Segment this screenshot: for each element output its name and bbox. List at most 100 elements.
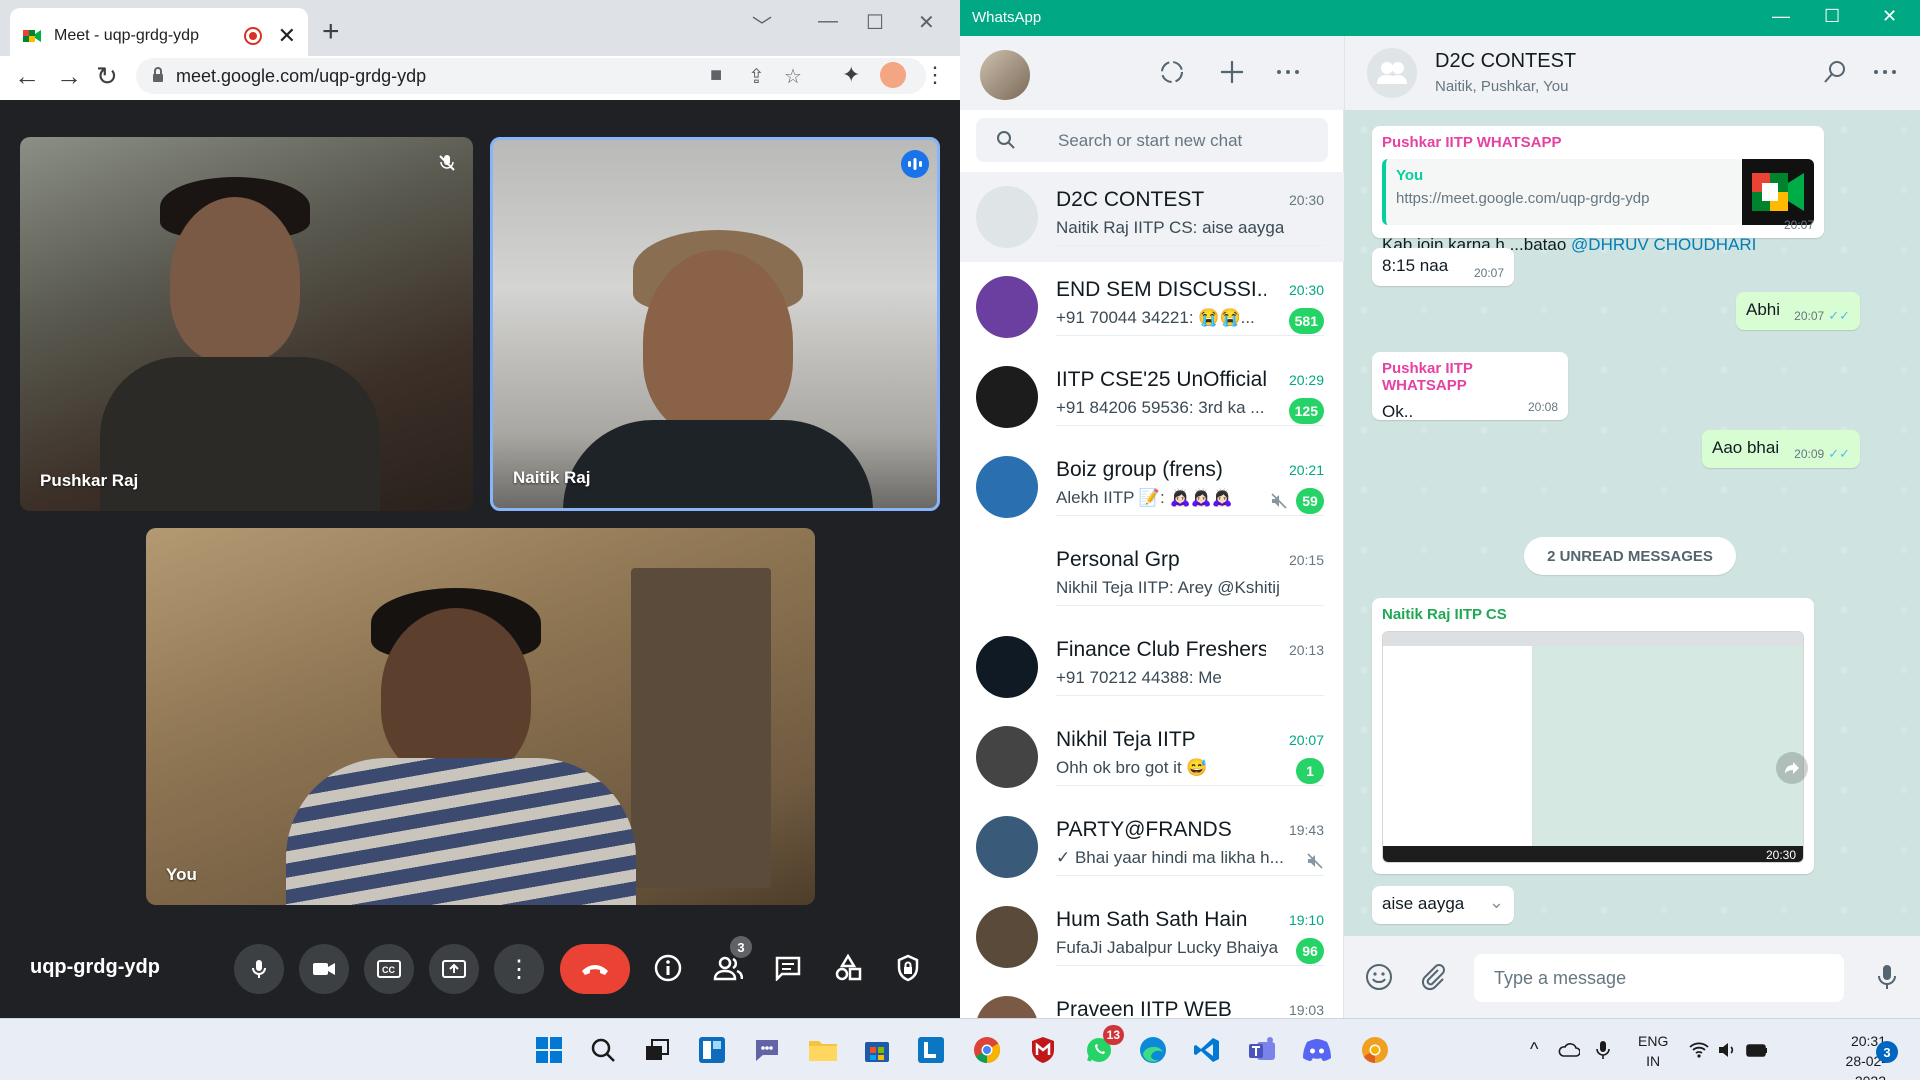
emoji-icon[interactable] [1364,962,1394,992]
video-tile-pushkar[interactable]: Pushkar Raj [20,137,473,511]
chat-avatar[interactable] [976,546,1038,608]
chat-menu-dots-icon[interactable] [1871,58,1899,86]
address-bar[interactable]: meet.google.com/uqp-grdg-ydp ■ ⇪ ☆ [136,58,926,94]
chat-list-item[interactable]: D2C CONTEST 20:30 Naitik Raj IITP CS: aise… [960,172,1344,262]
chat-list-item[interactable]: Hum Sath Sath Hain 19:10 FufaJi Jabalpur L… [960,892,1344,982]
search-icon[interactable] [586,1033,620,1067]
camera-button[interactable] [299,944,349,994]
profile-avatar[interactable] [880,62,906,88]
onedrive-cloud-icon[interactable] [1558,1039,1580,1061]
maximize-button[interactable]: ☐ [1824,6,1840,27]
message-bubble[interactable]: aise aayga ⌄ [1372,886,1514,924]
search-box[interactable]: Search or start new chat [976,118,1328,162]
chat-list-item[interactable]: Boiz group (frens) 20:21 Alekh IITP 📝: 🙇🏻‍… [960,442,1344,532]
chevron-down-icon[interactable]: ⌄ [1489,892,1504,913]
group-avatar[interactable] [1367,48,1417,98]
minimize-button[interactable]: — [1772,6,1790,27]
captions-button[interactable]: CC [364,944,414,994]
extensions-puzzle-icon[interactable]: ✦ [842,62,860,88]
chat-avatar[interactable] [976,996,1038,1018]
whatsapp-taskbar-icon[interactable]: 13 [1082,1025,1124,1067]
battery-charging-icon[interactable] [1746,1039,1768,1061]
mcafee-icon[interactable] [1026,1033,1060,1067]
chrome-menu-icon[interactable]: ⋮ [924,62,946,88]
chat-avatar[interactable] [976,366,1038,428]
windows-start-icon[interactable] [532,1033,566,1067]
widgets-icon[interactable] [695,1033,729,1067]
chat-avatar[interactable] [976,456,1038,518]
edge-icon[interactable] [1136,1033,1170,1067]
end-call-button[interactable] [560,944,630,994]
lockdown-browser-icon[interactable] [914,1033,948,1067]
chat-list-item[interactable]: Finance Club Freshers 20:13 +91 70212 4438… [960,622,1344,712]
maximize-button[interactable]: ☐ [866,10,884,35]
message-bubble[interactable]: Pushkar IITP WHATSAPP You https://meet.g… [1372,126,1824,254]
chat-button[interactable] [770,950,806,986]
my-profile-avatar[interactable] [980,50,1030,100]
chrome-canary-icon[interactable] [1358,1033,1392,1067]
microsoft-store-icon[interactable] [860,1033,894,1067]
volume-icon[interactable] [1716,1039,1738,1061]
chat-avatar[interactable] [976,906,1038,968]
mic-button[interactable] [234,944,284,994]
discord-icon[interactable] [1300,1033,1334,1067]
chat-list-item[interactable]: Personal Grp 20:15 Nikhil Teja IITP: Arey … [960,532,1344,622]
input-language-indicator[interactable]: ENG IN [1638,1031,1668,1071]
chat-avatar[interactable] [976,636,1038,698]
people-button[interactable]: 3 [710,936,752,986]
more-options-icon[interactable]: ⋮ [494,944,544,994]
minimize-button[interactable]: — [818,10,838,33]
meeting-info-button[interactable] [650,950,686,986]
camera-in-use-icon[interactable]: ■ [710,64,722,87]
chat-avatar[interactable] [976,276,1038,338]
vscode-icon[interactable] [1190,1033,1224,1067]
forward-arrow-icon[interactable]: → [56,62,82,90]
chat-list-item[interactable]: Praveen IITP WEB 19:03 [960,982,1344,1018]
task-view-icon[interactable] [640,1033,674,1067]
present-button[interactable] [429,944,479,994]
video-tile-naitik[interactable]: Naitik Raj [490,137,940,511]
close-window-button[interactable]: ✕ [1882,6,1897,27]
message-bubble[interactable]: 8:15 naa 20:07 [1372,248,1514,286]
wifi-icon[interactable] [1688,1039,1710,1061]
video-tile-self[interactable]: You [146,528,815,905]
teams-chat-icon[interactable] [750,1033,784,1067]
microphone-tray-icon[interactable] [1592,1039,1614,1061]
file-explorer-icon[interactable] [806,1033,840,1067]
share-icon[interactable]: ⇪ [748,64,765,89]
close-tab-icon[interactable]: ✕ [278,23,296,49]
chrome-icon[interactable] [970,1033,1004,1067]
host-controls-button[interactable] [890,950,926,986]
teams-icon[interactable] [1246,1033,1280,1067]
back-arrow-icon[interactable]: ← [14,62,40,90]
voice-mic-icon[interactable] [1872,962,1902,992]
quoted-message[interactable]: You https://meet.google.com/uqp-grdg-ydp [1382,159,1814,225]
close-window-button[interactable]: ✕ [918,10,935,35]
reload-icon[interactable]: ↻ [96,62,118,90]
message-input[interactable]: Type a message [1474,954,1844,1002]
chat-list-item[interactable]: PARTY@FRANDS 19:43 ✓ Bhai yaar hindi ma li… [960,802,1344,892]
message-bubble[interactable]: Pushkar IITP WHATSAPP Ok.. 20:08 [1372,352,1568,421]
tray-overflow-chevron-icon[interactable]: ^ [1530,1039,1552,1061]
activities-button[interactable] [830,950,866,986]
message-bubble-outgoing[interactable]: Abhi 20:07 ✓✓ [1736,292,1860,330]
chat-avatar[interactable] [976,816,1038,878]
chat-avatar[interactable] [976,186,1038,248]
attach-paperclip-icon[interactable] [1418,962,1448,992]
forward-icon[interactable] [1776,752,1808,784]
mention-link[interactable]: @DHRUV CHOUDHARI [1571,235,1756,254]
new-tab-button[interactable]: + [322,14,340,50]
chat-avatar[interactable] [976,726,1038,788]
chat-list-item[interactable]: IITP CSE'25 UnOfficial 20:29 +91 84206 595… [960,352,1344,442]
bookmark-star-icon[interactable]: ☆ [784,64,802,89]
tab-search-icon[interactable]: ﹀ [752,10,772,39]
notification-count-badge[interactable]: 3 [1876,1041,1898,1063]
conversation-header[interactable]: D2C CONTEST Naitik, Pushkar, You [1344,36,1920,110]
chat-list-item[interactable]: END SEM DISCUSSI... 20:30 +91 70044 34221:… [960,262,1344,352]
system-clock[interactable]: 20:31 28-02-2022 [1816,1031,1886,1080]
message-bubble-outgoing[interactable]: Aao bhai 20:09 ✓✓ [1702,430,1860,468]
screenshot-image[interactable] [1382,631,1804,863]
image-message-bubble[interactable]: Naitik Raj IITP CS 20:30 [1372,598,1814,874]
new-chat-plus-icon[interactable] [1218,58,1246,86]
search-messages-icon[interactable] [1821,58,1849,86]
